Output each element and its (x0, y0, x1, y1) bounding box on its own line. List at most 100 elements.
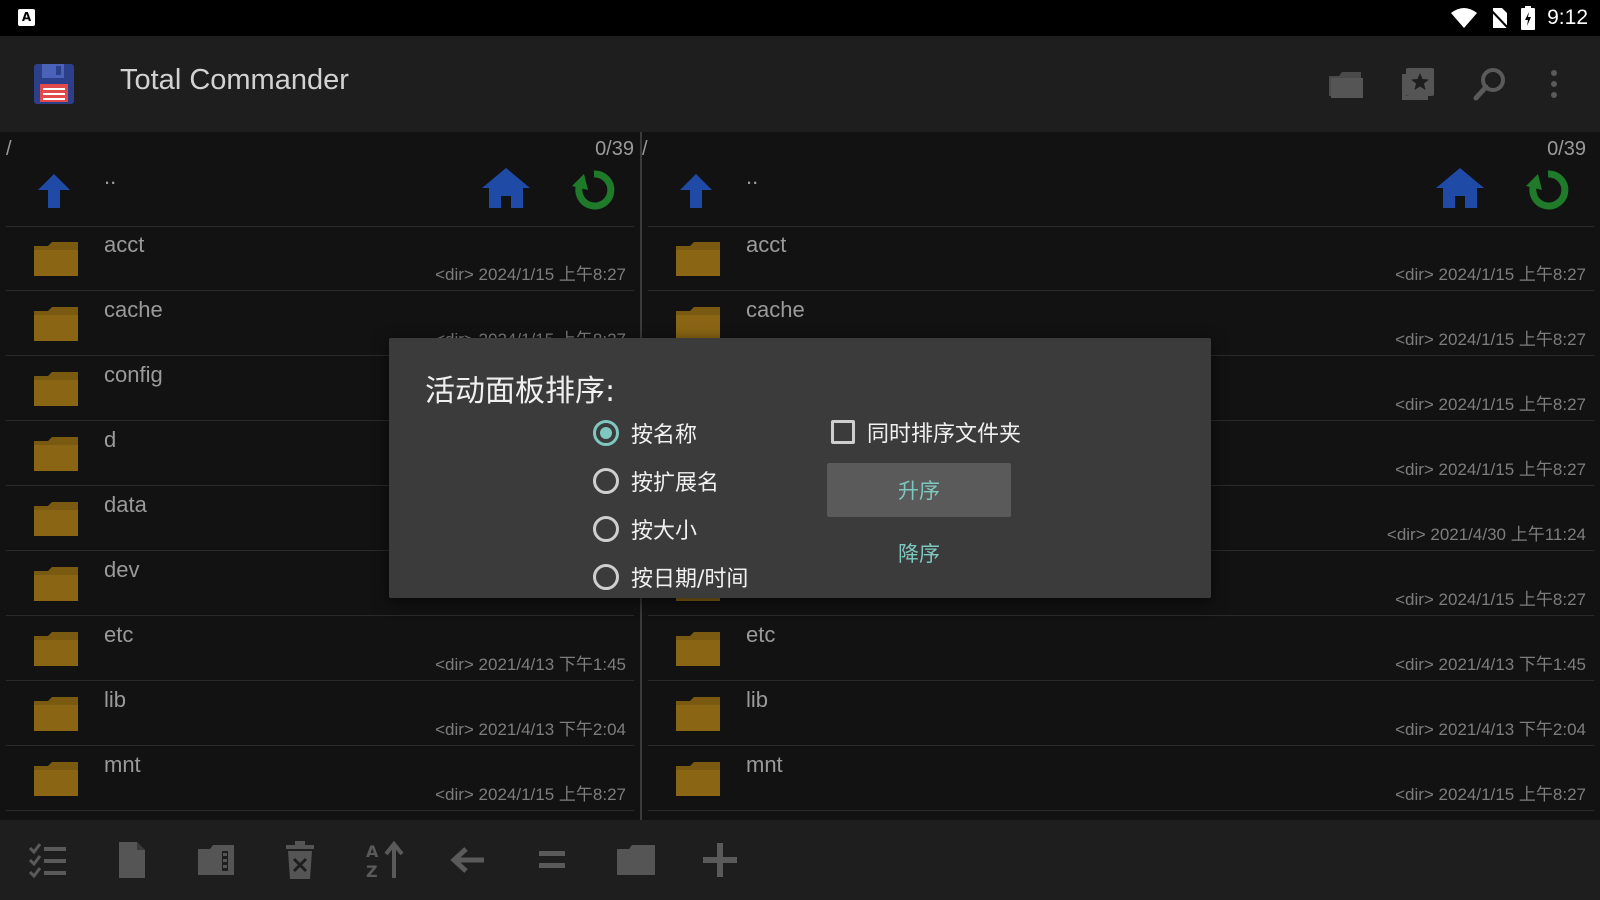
home-icon[interactable] (480, 166, 532, 214)
parent-dir-label: .. (746, 164, 759, 189)
up-arrow-icon (36, 172, 72, 214)
notification-icon: A (18, 9, 35, 26)
file-icon[interactable] (104, 836, 160, 884)
file-meta: <dir> 2024/1/15 上午8:27 (435, 265, 626, 284)
radio-circle (593, 516, 619, 542)
home-icon[interactable] (1434, 166, 1486, 214)
sort-by-name-radio[interactable]: 按名称 (593, 417, 697, 449)
back-arrow-icon[interactable] (440, 836, 496, 884)
no-sim-icon (1489, 8, 1509, 29)
radio-circle (593, 420, 619, 446)
folder-icon[interactable] (1322, 60, 1370, 108)
current-path: / (642, 138, 648, 160)
app-title: Total Commander (120, 64, 349, 96)
radio-label: 按名称 (631, 423, 698, 448)
app-bar: Total Commander (0, 36, 1600, 132)
file-row[interactable]: acct <dir> 2024/1/15 上午8:27 (6, 226, 634, 291)
folder-icon (32, 695, 80, 737)
file-meta: <dir> 2021/4/13 下午1:45 (1395, 655, 1586, 674)
ascending-button[interactable]: 升序 (827, 463, 1011, 517)
folder-icon (674, 760, 722, 802)
descending-button[interactable]: 降序 (827, 530, 1011, 576)
select-icon[interactable] (20, 836, 76, 884)
file-name: acct (746, 232, 787, 257)
delete-icon[interactable] (272, 836, 328, 884)
file-name: cache (746, 297, 805, 322)
sort-icon[interactable]: AZ (356, 836, 412, 884)
file-row[interactable]: lib <dir> 2021/4/13 下午2:04 (648, 681, 1594, 746)
floppy-disk-icon (32, 62, 76, 110)
file-name: mnt (746, 752, 783, 777)
refresh-icon[interactable] (572, 168, 616, 216)
folder-icon (32, 500, 80, 542)
file-name: lib (104, 687, 127, 712)
file-meta: <dir> 2024/1/15 上午8:27 (435, 785, 626, 804)
clock: 9:12 (1547, 6, 1588, 29)
bookmark-star-icon[interactable] (1394, 60, 1442, 108)
bottom-toolbar: AZ (0, 820, 1600, 900)
dialog-title: 活动面板排序: (425, 374, 616, 409)
file-row[interactable]: mnt <dir> 2024/1/15 上午8:27 (648, 746, 1594, 811)
sort-by-extension-radio[interactable]: 按扩展名 (593, 465, 719, 497)
svg-text:A: A (366, 842, 379, 861)
folder-icon (674, 695, 722, 737)
folder-icon (32, 565, 80, 607)
add-icon[interactable] (692, 836, 748, 884)
folder-icon (32, 305, 80, 347)
file-name: acct (104, 232, 145, 257)
checkbox-box (831, 420, 855, 444)
file-meta: <dir> 2021/4/13 下午1:45 (435, 655, 626, 674)
folder-icon (32, 760, 80, 802)
file-meta: <dir> 2024/1/15 上午8:27 (1395, 590, 1586, 609)
status-icons: 9:12 (1451, 0, 1588, 36)
wifi-icon (1451, 8, 1478, 28)
sort-by-size-radio[interactable]: 按大小 (593, 513, 697, 545)
file-row[interactable]: etc <dir> 2021/4/13 下午1:45 (648, 616, 1594, 681)
file-meta: <dir> 2024/1/15 上午8:27 (1395, 785, 1586, 804)
radio-label: 按大小 (631, 519, 698, 544)
file-meta: <dir> 2021/4/13 下午2:04 (435, 720, 626, 739)
file-row[interactable]: mnt <dir> 2024/1/15 上午8:27 (6, 746, 634, 811)
radio-label: 按扩展名 (631, 471, 720, 496)
status-bar: A 9:12 (0, 0, 1600, 36)
file-row[interactable]: acct <dir> 2024/1/15 上午8:27 (648, 226, 1594, 291)
file-name: etc (746, 622, 776, 647)
radio-circle (593, 564, 619, 590)
file-name: config (104, 362, 163, 387)
file-row[interactable]: etc <dir> 2021/4/13 下午1:45 (6, 616, 634, 681)
refresh-icon[interactable] (1526, 168, 1570, 216)
selection-count: 0/39 (595, 138, 634, 160)
sort-by-date-radio[interactable]: 按日期/时间 (593, 561, 748, 593)
file-name: lib (746, 687, 769, 712)
checkbox-label: 同时排序文件夹 (867, 422, 1022, 447)
file-name: etc (104, 622, 134, 647)
search-icon[interactable] (1466, 60, 1514, 108)
zip-icon[interactable] (188, 836, 244, 884)
file-name: dev (104, 557, 140, 582)
parent-dir-row[interactable]: .. (648, 162, 1594, 227)
folder-icon (32, 630, 80, 672)
sort-folders-checkbox[interactable]: 同时排序文件夹 (831, 416, 1021, 448)
radio-label: 按日期/时间 (631, 567, 749, 592)
folder-icon (674, 630, 722, 672)
radio-circle (593, 468, 619, 494)
folder-icon[interactable] (608, 836, 664, 884)
current-path: / (6, 138, 12, 160)
battery-icon (1521, 6, 1536, 30)
file-row[interactable]: lib <dir> 2021/4/13 下午2:04 (6, 681, 634, 746)
folder-icon (32, 435, 80, 477)
file-meta: <dir> 2024/1/15 上午8:27 (1395, 330, 1586, 349)
file-name: d (104, 427, 117, 452)
folder-icon (32, 370, 80, 412)
file-name: data (104, 492, 147, 517)
svg-text:Z: Z (366, 862, 378, 880)
up-arrow-icon (678, 172, 714, 214)
equal-icon[interactable] (524, 836, 580, 884)
more-vert-icon[interactable] (1530, 60, 1578, 108)
file-name: mnt (104, 752, 141, 777)
file-meta: <dir> 2021/4/30 上午11:24 (1386, 525, 1586, 544)
parent-dir-row[interactable]: .. (6, 162, 634, 227)
file-meta: <dir> 2021/4/13 下午2:04 (1395, 720, 1586, 739)
sort-dialog: 活动面板排序: 按名称 按扩展名 按大小 按日期/时间 同时排序文件夹 升序 降… (389, 338, 1211, 598)
file-name: cache (104, 297, 163, 322)
